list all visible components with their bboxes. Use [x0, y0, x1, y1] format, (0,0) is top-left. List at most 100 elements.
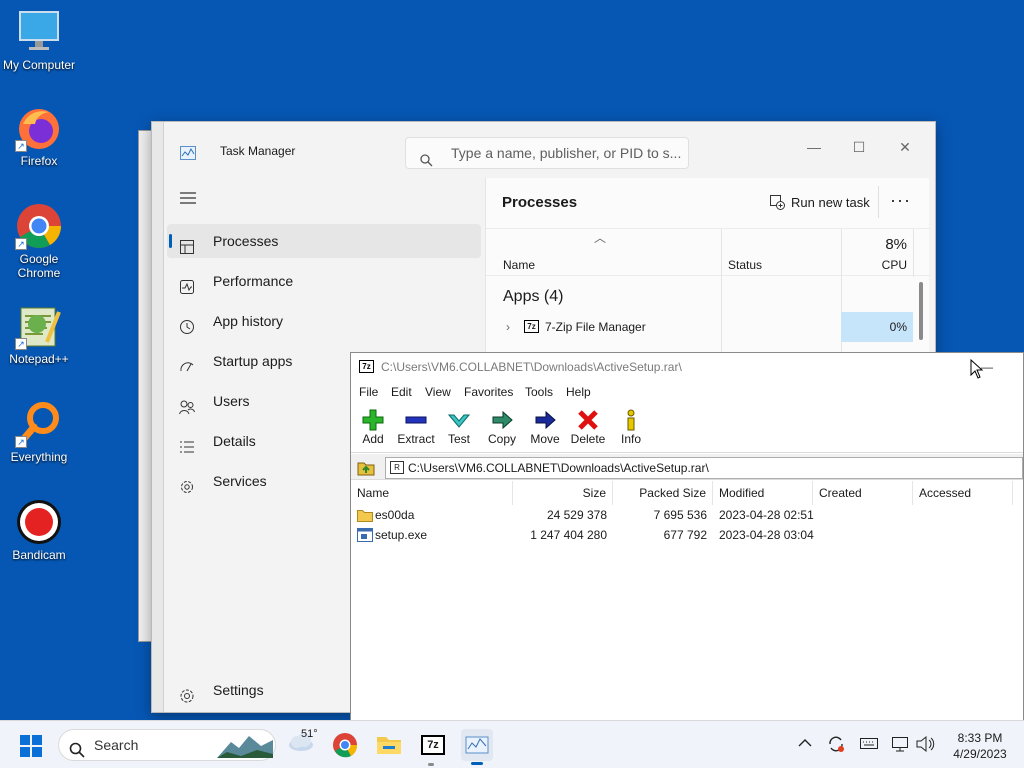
nav-label: Startup apps — [213, 353, 293, 369]
move-arrow-icon — [523, 409, 567, 431]
nav-item-app-history[interactable]: App history — [167, 304, 481, 338]
nav-label: Performance — [213, 273, 294, 289]
task-manager-icon — [180, 146, 196, 163]
move-button[interactable]: Move — [523, 409, 567, 446]
process-name: 7-Zip File Manager — [545, 320, 646, 334]
folder-up-icon[interactable] — [357, 458, 375, 479]
title-bar[interactable]: 7z C:\Users\VM6.COLLABNET\Downloads\Acti… — [351, 353, 1023, 381]
column-created[interactable]: Created — [813, 481, 913, 505]
desktop-icon-firefox[interactable]: ↗ Firefox — [1, 104, 77, 168]
search-placeholder: Type a name, publisher, or PID to s... — [451, 145, 682, 161]
taskbar-search-box[interactable]: Search — [58, 729, 276, 761]
address-bar: R C:\Users\VM6.COLLABNET\Downloads\Activ… — [351, 454, 1023, 480]
path-text: C:\Users\VM6.COLLABNET\Downloads\ActiveS… — [408, 461, 709, 475]
7zip-window[interactable]: 7z C:\Users\VM6.COLLABNET\Downloads\Acti… — [350, 352, 1024, 721]
clock-date: 4/29/2023 — [953, 747, 1007, 761]
magnifier-icon: ↗ — [15, 400, 63, 448]
taskbar-file-explorer-icon[interactable] — [373, 729, 405, 761]
column-cpu[interactable]: CPU — [841, 258, 907, 272]
file-packed-size: 7 695 536 — [653, 508, 707, 522]
menu-file[interactable]: File — [359, 385, 378, 399]
shortcut-arrow-icon: ↗ — [15, 338, 27, 350]
desktop-icon-label: Bandicam — [12, 548, 66, 562]
process-search-input[interactable]: Type a name, publisher, or PID to s... — [405, 137, 689, 169]
file-size: 24 529 378 — [546, 508, 607, 522]
close-button[interactable]: ✕ — [894, 136, 916, 158]
history-icon — [179, 313, 195, 334]
search-highlight-image — [217, 732, 273, 768]
desktop-icon-chrome[interactable]: ↗ Google Chrome — [1, 202, 77, 280]
column-name[interactable]: Name — [503, 258, 535, 272]
sort-chevron-icon[interactable]: ︿ — [594, 229, 606, 246]
maximize-button[interactable]: ☐ — [848, 136, 870, 158]
delete-button[interactable]: Delete — [566, 409, 610, 446]
column-accessed[interactable]: Accessed — [913, 481, 1013, 505]
info-button[interactable]: Info — [609, 409, 653, 446]
scrollbar-thumb[interactable] — [919, 282, 923, 340]
menu-view[interactable]: View — [425, 385, 451, 399]
taskbar-chrome-icon[interactable] — [329, 729, 361, 761]
taskbar-task-manager-icon[interactable] — [461, 729, 493, 765]
volume-icon[interactable] — [915, 735, 935, 756]
archive-icon: R — [390, 461, 404, 474]
desktop-icon-everything[interactable]: ↗ Everything — [1, 400, 77, 464]
menu-edit[interactable]: Edit — [391, 385, 412, 399]
toolbar-label: Copy — [487, 432, 516, 446]
column-status[interactable]: Status — [728, 258, 762, 272]
test-button[interactable]: Test — [437, 409, 481, 446]
toolbar-label: Test — [447, 432, 470, 446]
exe-file-icon — [357, 528, 373, 548]
taskbar-7zip-icon[interactable]: 7z — [417, 729, 449, 761]
file-packed-size: 677 792 — [663, 528, 707, 542]
network-icon[interactable] — [891, 736, 909, 755]
path-input[interactable]: R C:\Users\VM6.COLLABNET\Downloads\Activ… — [385, 457, 1023, 479]
desktop-icon-my-computer[interactable]: My Computer — [1, 8, 77, 72]
sync-icon[interactable] — [826, 734, 846, 757]
menu-help[interactable]: Help — [566, 385, 591, 399]
cpu-total-percent: 8% — [885, 236, 907, 253]
add-button[interactable]: Add — [351, 409, 395, 446]
nav-label: Users — [213, 393, 250, 409]
extract-button[interactable]: Extract — [394, 409, 438, 446]
nav-label: Processes — [213, 233, 279, 249]
window-title: C:\Users\VM6.COLLABNET\Downloads\ActiveS… — [381, 360, 682, 374]
desktop-icon-notepadpp[interactable]: ↗ Notepad++ — [1, 302, 77, 366]
performance-icon — [179, 273, 195, 294]
toolbar: Add Extract Test Copy Move Delete Info — [351, 403, 1023, 453]
weather-widget[interactable]: 51° — [287, 728, 318, 756]
minimize-button[interactable]: — — [803, 136, 825, 158]
nav-item-performance[interactable]: Performance — [167, 264, 481, 298]
menu-favorites[interactable]: Favorites — [464, 385, 513, 399]
run-new-task-button[interactable]: Run new task — [769, 194, 870, 210]
column-name[interactable]: Name — [351, 481, 513, 505]
desktop-icon-bandicam[interactable]: Bandicam — [1, 498, 77, 562]
expand-chevron-icon[interactable]: › — [506, 312, 510, 342]
column-packed-size[interactable]: Packed Size — [613, 481, 713, 505]
file-row[interactable]: setup.exe 1 247 404 280 677 792 2023-04-… — [351, 525, 1023, 545]
desktop-icon-label: My Computer — [2, 58, 76, 72]
shortcut-arrow-icon: ↗ — [15, 436, 27, 448]
process-cpu-cell: 0% — [841, 312, 913, 342]
nav-item-processes[interactable]: Processes — [167, 224, 481, 258]
mouse-cursor-icon — [970, 358, 984, 382]
show-hidden-icons-chevron-icon[interactable] — [798, 736, 812, 751]
column-size[interactable]: Size — [513, 481, 613, 505]
file-row[interactable]: es00da 24 529 378 7 695 536 2023-04-28 0… — [351, 505, 1023, 525]
toolbar-label: Info — [620, 432, 641, 446]
process-row[interactable]: › 7z 7-Zip File Manager — [503, 312, 841, 342]
desktop-icon-label: Firefox — [20, 154, 58, 168]
copy-button[interactable]: Copy — [480, 409, 524, 446]
more-options-button[interactable]: ··· — [890, 190, 911, 211]
menu-tools[interactable]: Tools — [525, 385, 553, 399]
start-windows-icon[interactable] — [20, 735, 42, 760]
users-icon — [179, 393, 195, 415]
desktop-icon-label: Notepad++ — [9, 352, 69, 366]
keyboard-icon[interactable] — [860, 737, 878, 754]
column-modified[interactable]: Modified — [713, 481, 813, 505]
hamburger-menu-icon[interactable] — [180, 192, 196, 207]
nav-label: Settings — [213, 682, 264, 698]
chrome-icon: ↗ — [15, 202, 63, 250]
file-name: es00da — [375, 508, 415, 522]
extract-minus-icon — [394, 409, 438, 431]
clock[interactable]: 8:33 PM 4/29/2023 — [940, 730, 1020, 762]
